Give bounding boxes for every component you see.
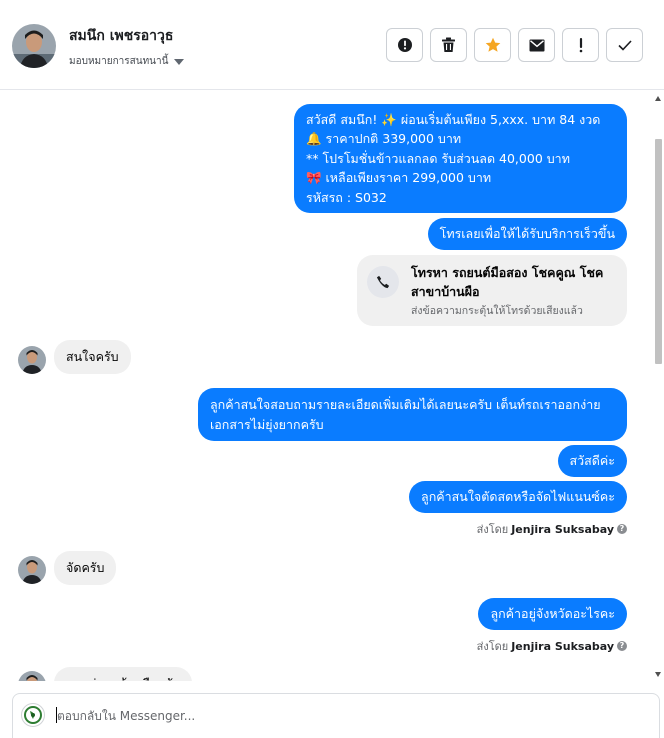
message-line: 🎀 เหลือเพียงราคา 299,000 บาท [306,170,492,186]
page-logo-icon [21,703,45,727]
phone-icon [367,266,399,298]
conversation-actions [386,28,643,62]
mark-unread-button[interactable] [518,28,555,62]
check-icon [617,39,632,51]
message-line: สวัสดี สมนึก! ✨ ผ่อนเริ่มต้นเพียง 5,xxx.… [306,112,601,127]
call-card-title: โทรหา รถยนต์มือสอง โชคคูณ โชค สาขาบ้านผื… [411,265,604,299]
message-line: รหัสรถ : S032 [306,189,387,205]
caret-down-icon [174,58,185,65]
thread-scrollbar[interactable] [652,91,664,681]
reply-input[interactable] [57,706,647,726]
contact-avatar[interactable] [12,24,56,68]
message-bubble-incoming: สนใจครับ [54,340,131,374]
alert-circle-icon [397,38,412,52]
mark-spam-button[interactable] [386,28,423,62]
message-bubble-promo: สวัสดี สมนึก! ✨ ผ่อนเริ่มต้นเพียง 5,xxx.… [294,104,627,214]
reply-composer [12,693,660,738]
help-icon[interactable]: ? [617,641,627,651]
assign-label: มอบหมายการสนทนานี้ [69,56,169,67]
envelope-icon [529,39,544,51]
contact-name[interactable]: สมนึก เพชรอาวุธ [69,25,173,47]
assign-conversation-dropdown[interactable]: มอบหมายการสนทนานี้ [69,54,185,69]
exclamation-icon [579,38,582,53]
call-card-subtitle: ส่งข้อความกระตุ้นให้โทรด้วยเสียงแล้ว [411,305,583,317]
star-icon [485,37,500,52]
scroll-down-arrow-icon[interactable] [655,672,661,677]
sent-by-label: ส่งโดย Jenjira Suksabay ? [477,637,627,655]
sent-by-prefix: ส่งโดย [476,523,509,536]
sent-by-name: Jenjira Suksabay [511,522,614,536]
text-cursor [56,707,57,723]
call-button-card[interactable]: โทรหา รถยนต์มือสอง โชคคูณ โชค สาขาบ้านผื… [357,255,627,326]
message-bubble-incoming: ผมอยู่แถวบ้านผือครับ [54,667,193,681]
sent-by-prefix: ส่งโดย [476,640,509,653]
message-thread[interactable]: สวัสดี สมนึก! ✨ ผ่อนเริ่มต้นเพียง 5,xxx.… [0,91,664,681]
star-button[interactable] [474,28,511,62]
message-bubble: โทรเลยเพื่อให้ได้รับบริการเร็วขึ้น [427,218,627,250]
message-line: ** โปรโมชั่นข้าวแลกลด รับส่วนลด 40,000 บ… [306,150,570,166]
message-bubble: ลูกค้าอยู่จังหวัดอะไรคะ [478,598,627,630]
message-bubble: ลูกค้าสนใจสอบถามรายละเอียดเพิ่มเติมได้เล… [198,388,627,441]
contact-avatar-small [18,556,46,584]
scroll-up-arrow-icon[interactable] [655,96,661,101]
mark-done-button[interactable] [606,28,643,62]
follow-up-button[interactable] [562,28,599,62]
message-bubble: สวัสดีค่ะ [557,445,627,477]
contact-avatar-small [18,346,46,374]
sent-by-label: ส่งโดย Jenjira Suksabay ? [477,520,627,538]
sent-by-name: Jenjira Suksabay [511,639,614,653]
delete-button[interactable] [430,28,467,62]
conversation-header: สมนึก เพชรอาวุธ มอบหมายการสนทนานี้ [0,0,664,90]
trash-icon [442,37,455,52]
message-bubble: ลูกค้าสนใจตัดสดหรือจัดไฟแนนซ์คะ [409,481,627,513]
message-line: 🔔 ราคาปกติ 339,000 บาท [306,131,462,147]
scroll-thumb[interactable] [655,139,662,364]
contact-avatar-small [18,671,46,681]
message-bubble-incoming: จัดครับ [54,551,117,585]
help-icon[interactable]: ? [617,524,627,534]
